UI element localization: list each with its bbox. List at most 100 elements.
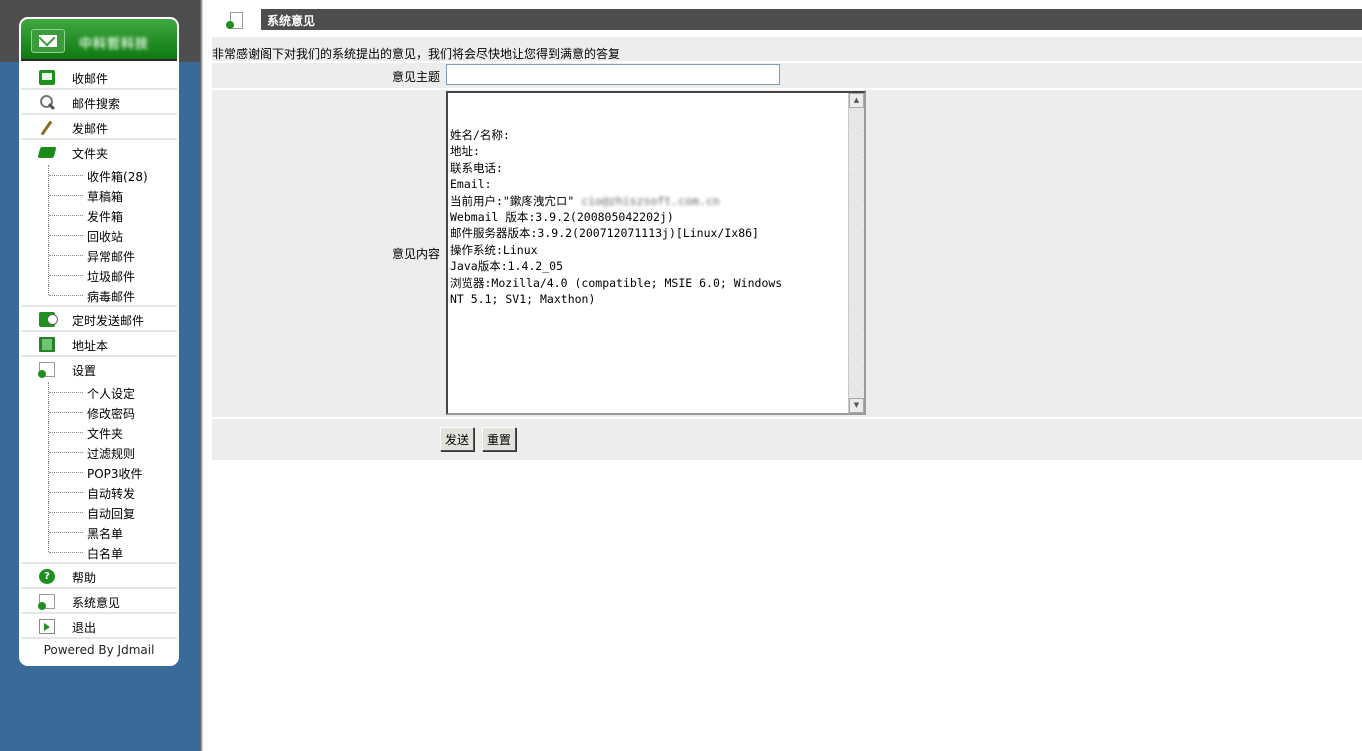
brand-name: 中科哲科技: [79, 37, 150, 52]
exit-icon: [39, 619, 55, 634]
document-icon: [38, 362, 55, 378]
settings-whitelist[interactable]: 白名单: [21, 542, 177, 564]
settings-personal[interactable]: 个人设定: [21, 382, 177, 402]
tree-connector: [48, 502, 84, 522]
sidebar-item-search[interactable]: 邮件搜索: [21, 90, 177, 115]
content-line-user: 当前用户:"鏉庝洩宂ロ": [450, 193, 582, 208]
sidebar-item-inbox[interactable]: 收邮件: [21, 65, 177, 90]
content-line: Email:: [450, 177, 492, 192]
current-user-email: cio@zhiszsoft.com.cn: [581, 193, 720, 208]
help-icon: ?: [39, 569, 55, 584]
frame-splitter[interactable]: [200, 0, 203, 751]
sidebar-item-addressbook[interactable]: 地址本: [21, 332, 177, 357]
unread-count: (28): [123, 170, 148, 184]
content-row: 意见内容 姓名/名称: 地址: 联系电话: Email: 当前用户:"鏉庝洩宂ロ" ci…: [212, 90, 1362, 417]
subject-label: 意见主题: [391, 70, 440, 84]
button-row: 发送 重置: [212, 419, 1362, 460]
subject-input[interactable]: [446, 64, 780, 85]
tree-connector: [48, 265, 84, 285]
content-line: 姓名/名称:: [450, 128, 510, 142]
subject-row: 意见主题: [212, 63, 1362, 88]
folder-drafts[interactable]: 草稿箱: [21, 185, 177, 205]
folder-label: 发件箱: [87, 210, 124, 224]
tree-connector: [48, 542, 84, 553]
folder-name: 收件箱: [87, 170, 124, 184]
vertical-scrollbar[interactable]: ▲ ▼: [848, 93, 864, 413]
tree-connector: [48, 442, 84, 462]
content-line: 邮件服务器版本:3.9.2(200712071113j)[Linux/Ix86]: [450, 226, 759, 241]
folder-sent[interactable]: 发件箱: [21, 205, 177, 225]
settings-folders[interactable]: 文件夹: [21, 422, 177, 442]
page-title: 系统意见: [261, 9, 1362, 30]
mail-icon: [39, 70, 55, 85]
sidebar-item-label: 收邮件: [72, 72, 109, 86]
settings-password[interactable]: 修改密码: [21, 402, 177, 422]
sidebar-item-label: 帮助: [72, 571, 97, 585]
folder-label: 收件箱(28): [87, 168, 148, 185]
content-line: 操作系统:Linux: [450, 242, 538, 257]
green-dot: [226, 21, 234, 29]
tree-connector: [48, 205, 84, 225]
folder-label: 垃圾邮件: [87, 270, 136, 284]
settings-label: 个人设定: [87, 387, 136, 401]
content-label: 意见内容: [391, 247, 440, 261]
left-frame: 中科哲科技 收邮件 邮件搜索 发邮件 文件夹 收件箱(28) 草稿箱 发件箱 回…: [0, 0, 200, 751]
settings-label: 自动转发: [87, 487, 136, 501]
settings-filters[interactable]: 过滤规则: [21, 442, 177, 462]
sidebar-item-logout[interactable]: 退出: [21, 614, 177, 639]
sidebar-item-label: 地址本: [72, 339, 109, 353]
tree-connector: [48, 422, 84, 442]
search-icon: [39, 95, 55, 110]
navigation-panel: 中科哲科技 收邮件 邮件搜索 发邮件 文件夹 收件箱(28) 草稿箱 发件箱 回…: [19, 17, 179, 666]
sidebar-item-label: 定时发送邮件: [72, 314, 145, 328]
sidebar-item-label: 系统意见: [72, 596, 121, 610]
settings-autoreply[interactable]: 自动回复: [21, 502, 177, 522]
sidebar-item-help[interactable]: ? 帮助: [21, 564, 177, 589]
content-line: Webmail 版本:3.9.2(20080504220​2j): [450, 210, 674, 225]
settings-label: POP3收件: [87, 467, 143, 481]
content-line: Java版本:1.4.2_05: [450, 259, 564, 274]
folder-label: 异常邮件: [87, 250, 136, 264]
scroll-down-arrow-icon[interactable]: ▼: [849, 398, 864, 413]
tree-connector: [48, 402, 84, 422]
tree-connector: [48, 482, 84, 502]
scroll-up-arrow-icon[interactable]: ▲: [849, 93, 864, 108]
tree-connector: [48, 185, 84, 205]
sidebar-item-settings[interactable]: 设置: [21, 357, 177, 382]
nav-menu: 收邮件 邮件搜索 发邮件 文件夹 收件箱(28) 草稿箱 发件箱 回收站 异常邮…: [21, 65, 177, 661]
sidebar-item-label: 邮件搜索: [72, 97, 121, 111]
content-line: 浏览器:Mozilla/4.0 (compatible; MSIE 6.0; W…: [450, 275, 783, 290]
sidebar-item-compose[interactable]: 发邮件: [21, 115, 177, 140]
panel-header: 中科哲科技: [21, 19, 177, 61]
settings-label: 过滤规则: [87, 447, 136, 461]
content-textarea[interactable]: 姓名/名称: 地址: 联系电话: Email: 当前用户:"鏉庝洩宂ロ" cio@zhi…: [446, 91, 866, 415]
settings-label: 文件夹: [87, 427, 124, 441]
sidebar-item-feedback[interactable]: 系统意见: [21, 589, 177, 614]
document-icon: [224, 10, 244, 30]
settings-forward[interactable]: 自动转发: [21, 482, 177, 502]
sidebar-item-scheduled[interactable]: 定时发送邮件: [21, 307, 177, 332]
reset-button[interactable]: 重置: [482, 427, 517, 451]
folder-spam[interactable]: 垃圾邮件: [21, 265, 177, 285]
folder-abnormal[interactable]: 异常邮件: [21, 245, 177, 265]
content-line: NT 5.1; SV1; Maxthon): [450, 292, 596, 307]
settings-blacklist[interactable]: 黑名单: [21, 522, 177, 542]
tree-connector: [48, 245, 84, 265]
content-line: 联系电话:: [450, 160, 503, 175]
book-icon: [39, 337, 55, 352]
folder-trash[interactable]: 回收站: [21, 225, 177, 245]
folder-virus[interactable]: 病毒邮件: [21, 285, 177, 307]
folder-label: 回收站: [87, 230, 124, 244]
settings-pop3[interactable]: POP3收件: [21, 462, 177, 482]
send-button[interactable]: 发送: [440, 427, 475, 451]
folder-label: 草稿箱: [87, 190, 124, 204]
folder-inbox[interactable]: 收件箱(28): [21, 165, 177, 185]
powered-by: Powered By Jdmail: [43, 643, 155, 657]
content-text: 姓名/名称: 地址: 联系电话: Email: 当前用户:"鏉庝洩宂ロ" cio@zhi…: [450, 127, 850, 307]
intro-text: 非常感谢阁下对我们的系统提出的意见，我们将会尽快地让您得到满意的答复: [212, 37, 1362, 61]
sidebar-item-label: 发邮件: [72, 122, 109, 136]
settings-label: 白名单: [87, 547, 124, 561]
sidebar-item-folders[interactable]: 文件夹: [21, 140, 177, 165]
content-line: 地址:: [450, 144, 480, 159]
settings-label: 自动回复: [87, 507, 136, 521]
